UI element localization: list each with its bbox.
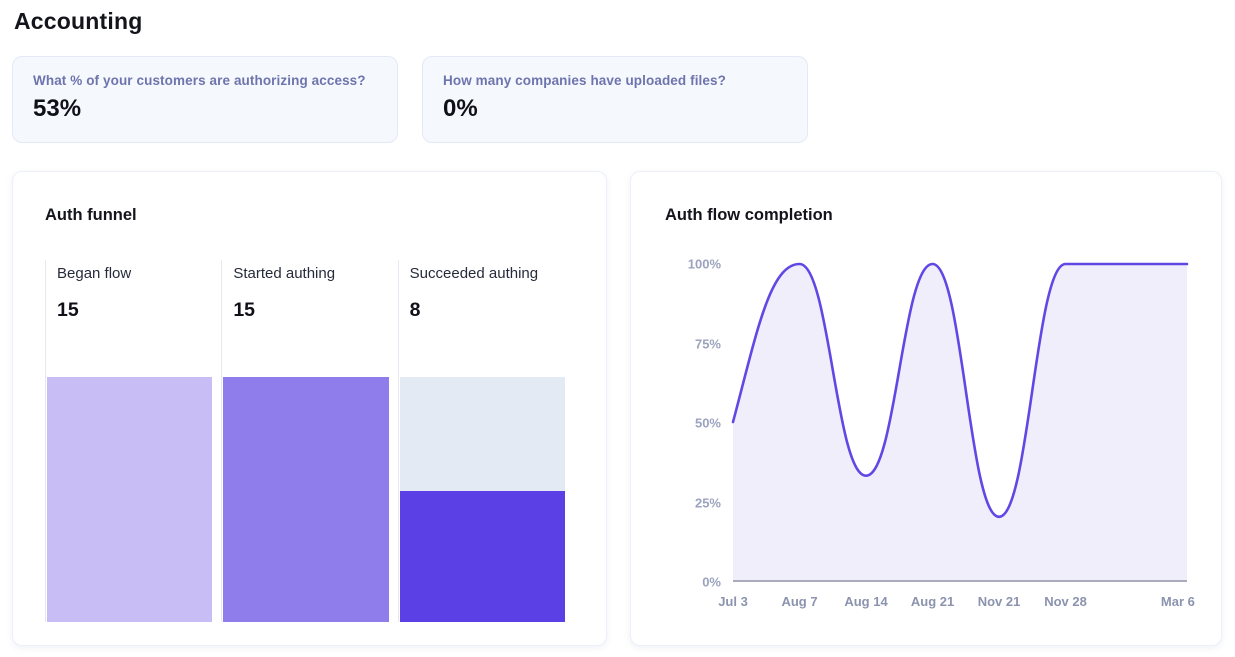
funnel-step-value: 15 — [57, 299, 221, 322]
completion-area-fill — [733, 264, 1187, 580]
funnel-step: Succeeded authing 8 — [398, 260, 574, 622]
stat-card-authorizing-access: What % of your customers are authorizing… — [12, 56, 398, 143]
auth-flow-completion-title: Auth flow completion — [665, 206, 1187, 225]
x-axis-tick: Jul 3 — [718, 594, 748, 609]
page-title: Accounting — [14, 8, 1235, 35]
completion-line-svg — [733, 264, 1187, 580]
x-axis-tick: Aug 14 — [844, 594, 887, 609]
auth-funnel-chart: Began flow15Started authing15Succeeded a… — [45, 260, 574, 622]
funnel-step: Began flow 15 — [45, 260, 221, 622]
funnel-step-value: 15 — [233, 299, 397, 322]
y-axis-tick: 100% — [688, 257, 721, 272]
stats-row: What % of your customers are authorizing… — [12, 56, 1235, 143]
x-axis-tick: Aug 21 — [911, 594, 954, 609]
funnel-bar-track — [47, 377, 212, 622]
funnel-bar — [223, 377, 388, 622]
funnel-step-label: Succeeded authing — [410, 265, 574, 282]
auth-funnel-title: Auth funnel — [45, 206, 574, 225]
funnel-bar-track — [400, 377, 565, 622]
y-axis-tick: 25% — [695, 495, 721, 510]
x-axis-tick: Nov 21 — [978, 594, 1021, 609]
charts-row: Auth funnel Began flow 15 Started authing 1… — [12, 171, 1235, 646]
stat-value: 0% — [443, 95, 787, 123]
x-axis-tick: Aug 7 — [781, 594, 817, 609]
auth-funnel-card: Auth funnel Began flow 15 Started authing 1… — [12, 171, 607, 646]
y-axis: 100%75%50%25%0% — [665, 264, 733, 582]
funnel-step-value: 8 — [410, 299, 574, 322]
x-axis-tick: Nov 28 — [1044, 594, 1087, 609]
accounting-dashboard: Accounting What % of your customers are … — [0, 0, 1235, 646]
stat-card-uploaded-files: How many companies have uploaded files? … — [422, 56, 808, 143]
funnel-step: Started authing 15 — [221, 260, 397, 622]
plot-area — [733, 264, 1187, 582]
funnel-bar — [400, 491, 565, 622]
funnel-bar-track — [223, 377, 388, 622]
x-axis: Jul 3Aug 7Aug 14Aug 21Nov 21Nov 28Mar 6 — [733, 582, 1187, 620]
x-axis-tick: Mar 6 — [1161, 594, 1195, 609]
funnel-step-label: Began flow — [57, 265, 221, 282]
stat-question: How many companies have uploaded files? — [443, 73, 787, 88]
stat-value: 53% — [33, 95, 377, 123]
y-axis-tick: 75% — [695, 336, 721, 351]
y-axis-tick: 50% — [695, 416, 721, 431]
stat-question: What % of your customers are authorizing… — [33, 73, 377, 88]
y-axis-tick: 0% — [702, 575, 721, 590]
plot-column: Jul 3Aug 7Aug 14Aug 21Nov 21Nov 28Mar 6 — [733, 264, 1187, 620]
auth-flow-completion-card: Auth flow completion 100% 75% 50% 25% 0% Jul… — [630, 171, 1222, 646]
funnel-step-label: Started authing — [233, 265, 397, 282]
funnel-bar — [47, 377, 212, 622]
auth-flow-completion-chart: 100%75%50%25%0% Jul 3Aug 7Aug 14Aug 21No… — [665, 264, 1187, 620]
